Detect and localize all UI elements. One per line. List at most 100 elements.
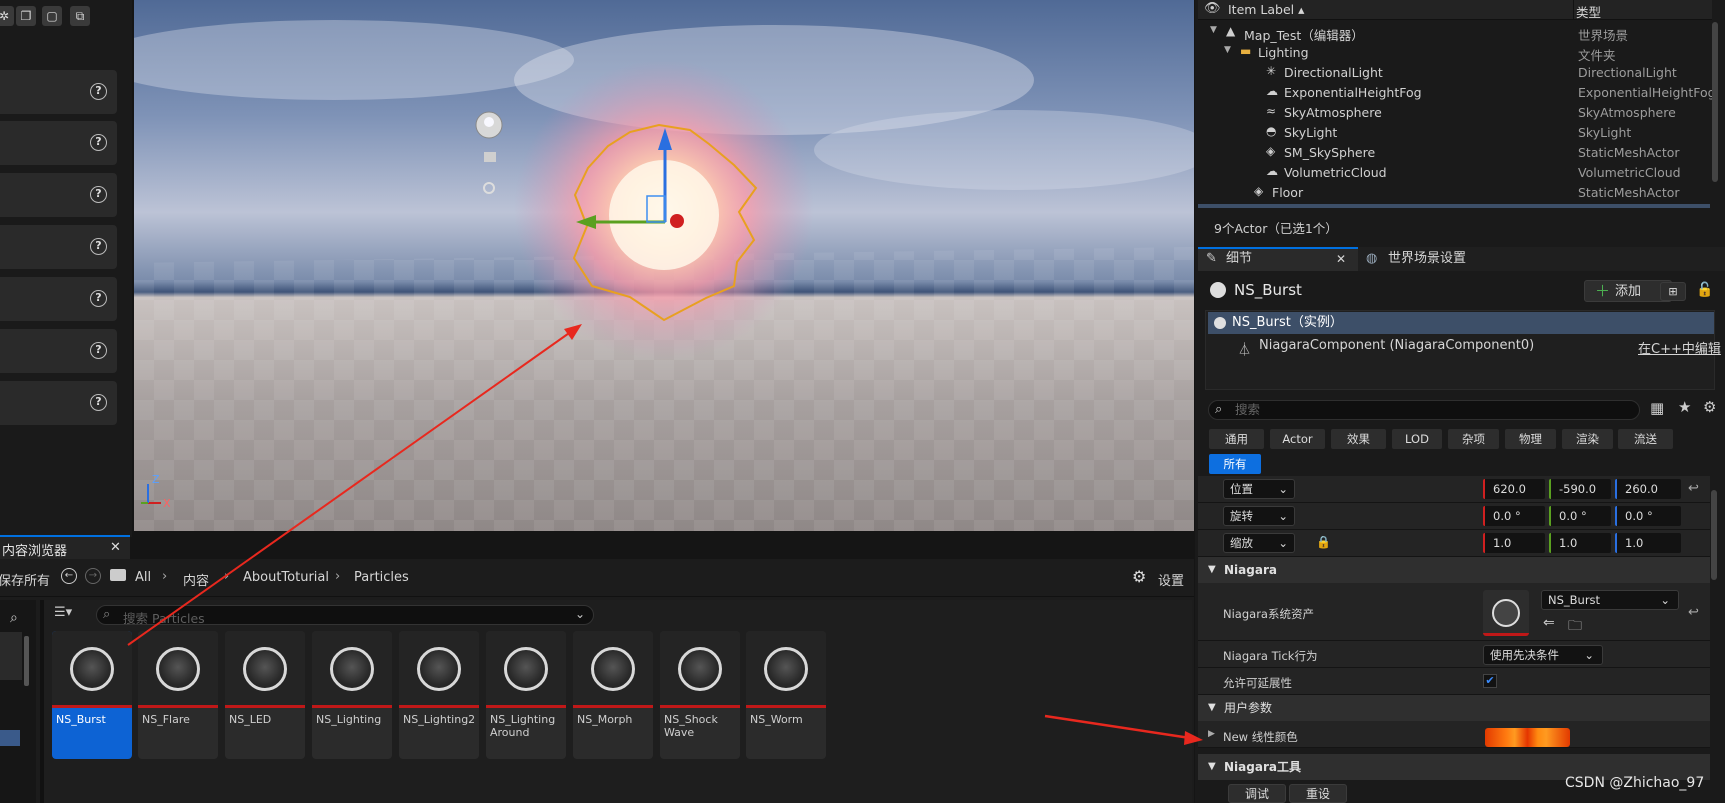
- filter-button[interactable]: 物理: [1505, 429, 1556, 449]
- tab-details-label[interactable]: 细节: [1226, 247, 1252, 271]
- asset-tile[interactable]: NS_Burst: [52, 631, 132, 759]
- blueprint-icon[interactable]: ⊞: [1660, 282, 1686, 301]
- location-x[interactable]: 620.0: [1483, 479, 1545, 499]
- place-actor-row[interactable]: ?: [0, 173, 117, 217]
- table-view-icon[interactable]: ▦: [1650, 399, 1664, 417]
- location-dropdown[interactable]: 位置 ⌄: [1223, 479, 1295, 499]
- details-scrollbar[interactable]: [1711, 490, 1717, 580]
- asset-tile[interactable]: NS_Flare: [138, 631, 218, 759]
- filter-button[interactable]: 通用: [1209, 429, 1264, 449]
- help-icon[interactable]: ?: [90, 342, 107, 359]
- lock-icon[interactable]: 🔓: [1696, 282, 1713, 298]
- settings-gear-icon[interactable]: ⚙: [1132, 567, 1146, 586]
- rotation-x[interactable]: 0.0 °: [1483, 506, 1545, 526]
- place-actor-row[interactable]: ?: [0, 277, 117, 321]
- location-z[interactable]: 260.0: [1615, 479, 1681, 499]
- asset-tile[interactable]: NS_LED: [225, 631, 305, 759]
- filter-button[interactable]: 渲染: [1562, 429, 1613, 449]
- rotation-dropdown[interactable]: 旋转 ⌄: [1223, 506, 1295, 526]
- scale-y[interactable]: 1.0: [1549, 533, 1611, 553]
- place-actor-row[interactable]: ?: [0, 329, 117, 373]
- filter-button[interactable]: LOD: [1392, 429, 1442, 449]
- place-actor-row[interactable]: ?: [0, 121, 117, 165]
- place-actor-row[interactable]: ?: [0, 225, 117, 269]
- column-type[interactable]: 类型: [1576, 2, 1601, 21]
- niagara-section-header[interactable]: ▼ Niagara: [1198, 557, 1710, 583]
- place-actor-row[interactable]: ?: [0, 70, 117, 114]
- source-tree-selected[interactable]: [0, 730, 20, 746]
- asset-thumbnail[interactable]: [1483, 590, 1529, 636]
- filter-icon[interactable]: ☰▾: [54, 605, 86, 625]
- back-icon[interactable]: ←: [61, 568, 77, 584]
- user-params-section-header[interactable]: ▼ 用户参数: [1198, 695, 1710, 721]
- gizmo-x-handle[interactable]: [670, 214, 684, 228]
- sparkle-icon[interactable]: ✲: [0, 6, 14, 26]
- close-icon[interactable]: ✕: [110, 540, 121, 555]
- tab-world-settings[interactable]: 世界场景设置: [1388, 247, 1466, 271]
- outliner-row[interactable]: ◓ SkyLight: [1198, 123, 1712, 143]
- rotation-y[interactable]: 0.0 °: [1549, 506, 1611, 526]
- asset-tile[interactable]: NS_Morph: [573, 631, 653, 759]
- source-tree-item[interactable]: [0, 632, 22, 680]
- scrollbar[interactable]: [24, 636, 29, 686]
- help-icon[interactable]: ?: [90, 394, 107, 411]
- instance-row[interactable]: NS_Burst（实例）: [1208, 312, 1714, 334]
- asset-tile[interactable]: NS_Lighting Around: [486, 631, 566, 759]
- column-item-label[interactable]: Item Label ▴: [1228, 2, 1304, 17]
- asset-tile[interactable]: NS_Lighting2: [399, 631, 479, 759]
- filter-button[interactable]: 流送: [1618, 429, 1673, 449]
- settings-button[interactable]: 设置: [1158, 570, 1184, 589]
- help-icon[interactable]: ?: [90, 186, 107, 203]
- level-viewport[interactable]: Z X: [134, 0, 1194, 531]
- tab-details[interactable]: [1198, 247, 1358, 271]
- star-icon[interactable]: ★: [1678, 398, 1691, 416]
- folder-icon[interactable]: [110, 569, 126, 581]
- place-actor-row[interactable]: ?: [0, 381, 117, 425]
- layers-icon[interactable]: ⧉: [70, 6, 90, 26]
- filter-button[interactable]: Actor: [1270, 429, 1325, 449]
- details-search-input[interactable]: ⌕ 搜索: [1208, 400, 1640, 420]
- reset-icon[interactable]: ↩: [1688, 605, 1699, 620]
- scale-dropdown[interactable]: 缩放 ⌄: [1223, 533, 1295, 553]
- settings-gear-icon[interactable]: ⚙: [1703, 398, 1716, 416]
- scale-x[interactable]: 1.0: [1483, 533, 1545, 553]
- save-all-button[interactable]: 保存所有: [0, 570, 50, 589]
- help-icon[interactable]: ?: [90, 83, 107, 100]
- chevron-down-icon[interactable]: ⌄: [575, 607, 585, 621]
- help-icon[interactable]: ?: [90, 134, 107, 151]
- breadcrumb-abouttoturial[interactable]: AboutToturial: [243, 570, 329, 585]
- edit-in-cpp-link[interactable]: 在C++中编辑: [1638, 338, 1721, 357]
- component-label[interactable]: NiagaraComponent (NiagaraComponent0): [1259, 338, 1534, 353]
- content-browser-tab[interactable]: 内容浏览器 ✕: [0, 535, 130, 559]
- rotation-z[interactable]: 0.0 °: [1615, 506, 1681, 526]
- scalability-checkbox[interactable]: ✔: [1483, 674, 1497, 688]
- location-y[interactable]: -590.0: [1549, 479, 1611, 499]
- breadcrumb-content[interactable]: 内容: [183, 570, 209, 589]
- tick-dropdown[interactable]: 使用先决条件 ⌄: [1483, 645, 1603, 665]
- reset-button[interactable]: 重设: [1289, 784, 1347, 803]
- frame-icon[interactable]: ▢: [42, 6, 62, 26]
- search-icon[interactable]: ⌕: [10, 610, 18, 626]
- close-icon[interactable]: ✕: [1336, 247, 1346, 271]
- scale-z[interactable]: 1.0: [1615, 533, 1681, 553]
- lock-icon[interactable]: 🔒: [1316, 535, 1331, 549]
- add-component-button[interactable]: ＋ 添加: [1584, 280, 1672, 302]
- asset-tile[interactable]: NS_Lighting: [312, 631, 392, 759]
- eye-icon[interactable]: 👁: [1204, 1, 1221, 16]
- filter-button[interactable]: 杂项: [1448, 429, 1499, 449]
- browse-icon[interactable]: 🗀: [1568, 615, 1582, 639]
- asset-tile[interactable]: NS_Worm: [746, 631, 826, 759]
- debug-button[interactable]: 调试: [1228, 784, 1286, 803]
- outliner-row[interactable]: ▼ ▲ Map_Test（编辑器）: [1198, 23, 1712, 43]
- help-icon[interactable]: ?: [90, 238, 107, 255]
- outliner-scrollbar[interactable]: [1712, 22, 1718, 182]
- asset-search-input[interactable]: ⌕ 搜索 Particles ⌄: [96, 605, 594, 626]
- chevron-down-icon[interactable]: ▼: [1224, 45, 1231, 55]
- help-icon[interactable]: ?: [90, 290, 107, 307]
- color-swatch[interactable]: [1485, 728, 1570, 747]
- outliner-selected-row[interactable]: [1198, 204, 1710, 208]
- chevron-right-icon[interactable]: ▶: [1208, 729, 1215, 739]
- forward-icon[interactable]: →: [85, 568, 101, 584]
- outliner-row[interactable]: ▼ ▬ Lighting: [1198, 43, 1712, 63]
- filter-all-button[interactable]: 所有: [1209, 454, 1261, 474]
